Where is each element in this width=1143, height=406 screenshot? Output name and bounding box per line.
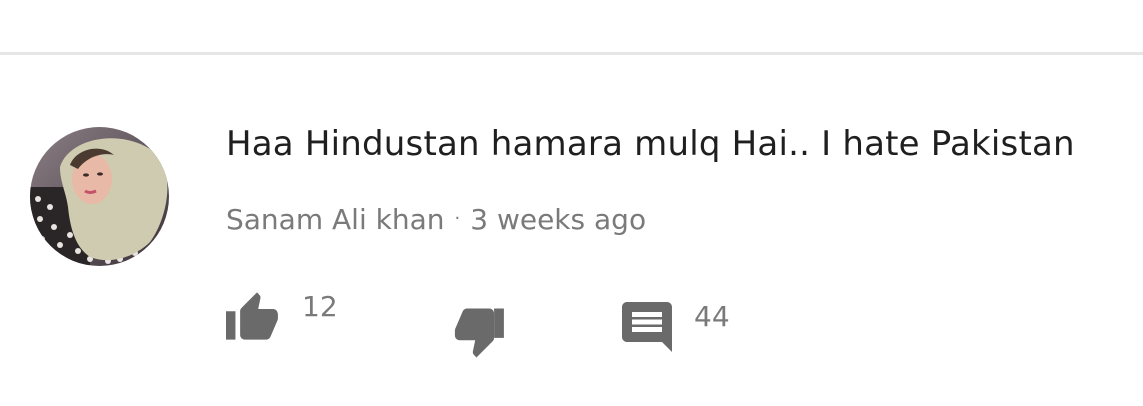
like-count: 12 [302,290,338,323]
thumbs-up-icon [226,292,278,340]
avatar-image [30,127,169,266]
comment-icon [622,302,672,352]
comment-time: 3 weeks ago [470,203,647,236]
meta-separator: · [454,207,461,229]
thumbs-down-icon [454,308,504,358]
comment-text: Haa Hindustan hamara mulq Hai.. I hate P… [226,124,1075,164]
avatar[interactable] [30,127,169,266]
reply-button[interactable]: 44 [622,300,730,352]
comment-meta: Sanam Ali khan · 3 weeks ago [226,203,646,236]
like-button[interactable]: 12 [226,290,338,340]
author-name[interactable]: Sanam Ali khan [226,203,445,236]
reply-count: 44 [694,300,730,333]
dislike-button[interactable] [450,308,506,358]
top-divider [0,52,1143,55]
